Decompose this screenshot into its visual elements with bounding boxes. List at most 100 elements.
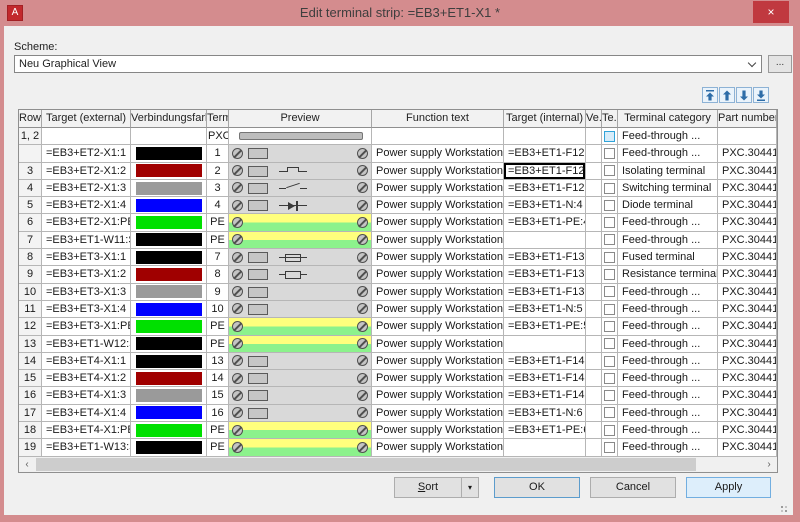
preview-cell[interactable] [229,300,372,319]
function-text-cell[interactable]: Power supply Workstation 1 [372,179,504,198]
te-cell[interactable] [602,249,618,267]
connection-color-cell[interactable] [131,283,207,301]
te-checkbox[interactable] [604,355,615,367]
function-text-cell[interactable]: Power supply Workstation 2 [372,266,504,284]
terminal-category-cell[interactable]: Resistance terminal [618,266,718,284]
header-row[interactable]: Row [19,110,42,128]
terminal-category-cell[interactable]: Feed-through ... [618,370,718,388]
row-number-cell[interactable]: 9 [19,266,42,284]
move-to-bottom-button[interactable] [753,87,769,103]
ok-button[interactable]: OK [494,477,580,498]
terminal-designation-cell[interactable]: 9 [207,283,229,301]
target-internal-cell[interactable] [504,231,586,250]
terminal-category-cell[interactable]: Feed-through ... [618,283,718,301]
part-number-cell[interactable]: PXC.3044157 [718,318,777,336]
part-number-cell[interactable]: PXC.3044131 [718,179,777,198]
connection-color-cell[interactable] [131,128,207,146]
target-external-cell[interactable]: =EB3+ET2-X1:1 [42,145,131,163]
cancel-button[interactable]: Cancel [590,477,676,498]
header-function-text[interactable]: Function text [372,110,504,128]
part-number-cell[interactable]: PXC.3044131 [718,266,777,284]
target-internal-cell[interactable]: =EB3+ET1-N:4 [504,197,586,215]
horizontal-scrollbar[interactable]: ‹ › [19,456,777,472]
part-number-cell[interactable]: PXC.3044157 [718,231,777,250]
te-checkbox[interactable] [604,407,615,419]
ve-cell[interactable] [586,145,602,163]
te-checkbox[interactable] [604,424,615,436]
te-checkbox[interactable] [604,251,615,263]
row-number-cell[interactable]: 11 [19,300,42,319]
terminal-designation-cell[interactable]: 8 [207,266,229,284]
function-text-cell[interactable]: Power supply Workstation 3 [372,387,504,405]
header-part-number[interactable]: Part number [1] [718,110,777,128]
te-cell[interactable] [602,128,618,146]
close-button[interactable]: × [753,1,789,23]
row-number-cell[interactable]: 6 [19,214,42,232]
part-number-cell[interactable] [718,128,777,146]
row-number-cell[interactable]: 19 [19,439,42,457]
connection-color-cell[interactable] [131,145,207,163]
terminal-category-cell[interactable]: Feed-through ... [618,214,718,232]
preview-cell[interactable] [229,162,372,180]
ve-cell[interactable] [586,318,602,336]
terminal-category-cell[interactable]: Diode terminal [618,197,718,215]
target-external-cell[interactable]: =EB3+ET3-X1:1 [42,249,131,267]
preview-cell[interactable] [229,283,372,301]
terminal-category-cell[interactable]: Feed-through ... [618,439,718,457]
connection-color-cell[interactable] [131,266,207,284]
target-internal-cell[interactable]: =EB3+ET1-F14:6 [504,387,586,405]
terminal-designation-cell[interactable]: 2 [207,162,229,180]
preview-cell[interactable] [229,422,372,440]
terminal-category-cell[interactable]: Feed-through ... [618,422,718,440]
function-text-cell[interactable]: Power supply Workstation 1 [372,145,504,163]
terminal-category-cell[interactable]: Feed-through ... [618,335,718,353]
target-internal-cell[interactable]: =EB3+ET1-F14:4 [504,370,586,388]
te-checkbox[interactable] [604,372,615,384]
preview-cell[interactable] [229,145,372,163]
connection-color-cell[interactable] [131,318,207,336]
target-external-cell[interactable]: =EB3+ET3-X1:3 [42,283,131,301]
target-external-cell[interactable]: =EB3+ET2-X1:4 [42,197,131,215]
preview-cell[interactable] [229,231,372,250]
header-terminal-category[interactable]: Terminal category [618,110,718,128]
connection-color-cell[interactable] [131,387,207,405]
ve-cell[interactable] [586,300,602,319]
target-external-cell[interactable]: =EB3+ET1-W11:SH [42,231,131,250]
te-checkbox[interactable] [604,269,615,281]
preview-cell[interactable] [229,214,372,232]
terminal-designation-cell[interactable]: 3 [207,179,229,198]
target-internal-cell[interactable]: =EB3+ET1-F13:6 [504,283,586,301]
header-target-internal[interactable]: Target (internal) [504,110,586,128]
target-internal-cell[interactable] [504,128,586,146]
te-cell[interactable] [602,145,618,163]
terminal-designation-cell[interactable]: 4 [207,197,229,215]
function-text-cell[interactable]: Power supply Workstation 2 [372,318,504,336]
apply-button[interactable]: Apply [686,477,771,498]
te-checkbox[interactable] [604,338,615,350]
connection-color-cell[interactable] [131,352,207,371]
row-number-cell[interactable]: 7 [19,231,42,250]
function-text-cell[interactable]: Power supply Workstation 3 [372,422,504,440]
terminal-designation-cell[interactable]: 14 [207,370,229,388]
connection-color-cell[interactable] [131,231,207,250]
preview-cell[interactable] [229,404,372,423]
connection-color-cell[interactable] [131,422,207,440]
preview-cell[interactable] [229,352,372,371]
part-number-cell[interactable]: PXC.3044131 [718,352,777,371]
te-checkbox[interactable] [604,147,615,159]
terminal-designation-cell[interactable]: PE [207,214,229,232]
terminal-designation-cell[interactable]: 16 [207,404,229,423]
target-internal-cell[interactable]: =EB3+ET1-PE:6 [504,422,586,440]
function-text-cell[interactable]: Power supply Workstation 1 [372,231,504,250]
part-number-cell[interactable]: PXC.3044131 [718,249,777,267]
preview-cell[interactable] [229,370,372,388]
target-internal-cell[interactable]: =EB3+ET1-F13:4 [504,266,586,284]
function-text-cell[interactable]: Power supply Workstation 1 [372,197,504,215]
move-down-button[interactable] [736,87,752,103]
terminal-category-cell[interactable]: Feed-through ... [618,404,718,423]
te-cell[interactable] [602,179,618,198]
target-internal-cell[interactable]: =EB3+ET1-F12:6 [504,179,586,198]
row-number-cell[interactable] [19,145,42,163]
connection-color-cell[interactable] [131,162,207,180]
te-cell[interactable] [602,283,618,301]
